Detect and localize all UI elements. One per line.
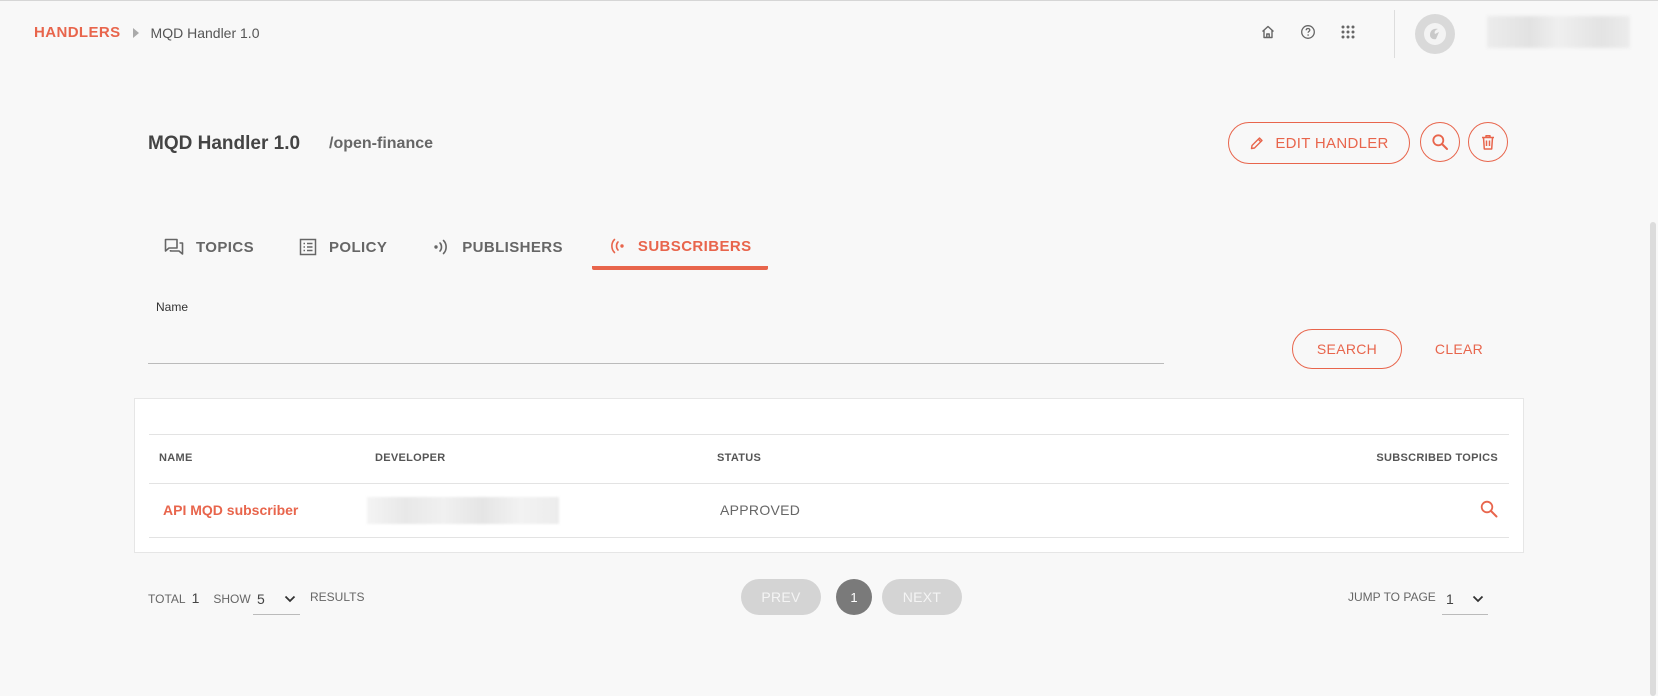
tab-policy[interactable]: POLICY [283, 226, 403, 268]
search-button[interactable]: SEARCH [1292, 329, 1402, 369]
breadcrumb-current: MQD Handler 1.0 [150, 24, 260, 41]
subscribers-icon [611, 238, 624, 254]
user-name-redacted [1487, 16, 1630, 48]
column-header-subscribed-topics: SUBSCRIBED TOPICS [1376, 452, 1498, 464]
tab-topics[interactable]: TOPICS [148, 226, 270, 268]
chevron-down-icon [1472, 595, 1484, 602]
tab-subscribers[interactable]: SUBSCRIBERS [591, 226, 768, 270]
total-value: 1 [191, 590, 200, 606]
page-size-value: 5 [257, 590, 265, 607]
view-topics-search-icon[interactable] [1479, 499, 1499, 519]
page-size-select[interactable]: 5 [253, 583, 300, 615]
page-number-button[interactable]: 1 [836, 579, 872, 615]
results-label: RESULTS [310, 590, 365, 604]
subscriber-name-link[interactable]: API MQD subscriber [163, 502, 298, 518]
search-icon [1432, 134, 1448, 150]
tab-policy-label: POLICY [328, 238, 388, 256]
column-header-name[interactable]: NAME [159, 452, 193, 464]
jump-to-page-select[interactable]: 1 [1442, 583, 1488, 615]
next-page-button[interactable]: NEXT [882, 579, 962, 615]
jump-to-page-label: JUMP TO PAGE [1348, 590, 1436, 604]
breadcrumb: HANDLERS MQD Handler 1.0 [34, 24, 259, 41]
page-title: MQD Handler 1.0 [148, 133, 301, 154]
tab-publishers[interactable]: PUBLISHERS [416, 226, 579, 268]
tab-subscribers-label: SUBSCRIBERS [637, 237, 752, 255]
page-scrollbar[interactable] [1650, 222, 1656, 696]
breadcrumb-handlers-link[interactable]: HANDLERS [34, 24, 121, 41]
table-header-divider [149, 483, 1509, 484]
handler-path: /open-finance [329, 135, 434, 152]
header-icons [1258, 22, 1358, 42]
header-divider [1394, 10, 1395, 58]
subscribers-table-card [134, 398, 1524, 553]
edit-handler-label: EDIT HANDLER [1275, 134, 1389, 152]
topics-icon [164, 238, 184, 255]
trash-icon [1482, 135, 1494, 150]
status-badge: APPROVED [720, 502, 801, 518]
total-label: TOTAL [148, 592, 186, 606]
name-field-label: Name [156, 300, 189, 314]
publishers-icon [434, 239, 448, 255]
edit-handler-button[interactable]: EDIT HANDLER [1228, 122, 1410, 164]
window-top-border [0, 0, 1658, 1]
help-icon[interactable] [1298, 22, 1318, 42]
name-search-input[interactable] [148, 328, 1164, 364]
avatar[interactable] [1415, 14, 1455, 54]
breadcrumb-separator-icon [132, 27, 139, 38]
column-header-status[interactable]: STATUS [717, 452, 761, 464]
table-divider [149, 434, 1509, 435]
policy-icon [299, 238, 317, 256]
tab-topics-label: TOPICS [196, 238, 254, 256]
delete-handler-button[interactable] [1468, 122, 1508, 162]
show-label: SHOW [213, 592, 251, 606]
tab-publishers-label: PUBLISHERS [462, 238, 563, 256]
pencil-icon [1251, 137, 1264, 150]
total-count: TOTAL 1 SHOW [148, 590, 251, 606]
developer-redacted [367, 497, 559, 524]
prev-page-button[interactable]: PREV [741, 579, 821, 615]
table-row-divider [149, 537, 1509, 538]
chevron-down-icon [284, 595, 296, 602]
search-handler-button[interactable] [1420, 122, 1460, 162]
clear-button[interactable]: CLEAR [1428, 329, 1490, 369]
jump-to-page-value: 1 [1446, 590, 1454, 607]
home-icon[interactable] [1258, 22, 1278, 42]
column-header-developer[interactable]: DEVELOPER [375, 452, 446, 464]
tab-bar: TOPICS POLICY PUBLISHERS SUBSCRIBERS [148, 226, 781, 270]
apps-grid-icon[interactable] [1338, 22, 1358, 42]
